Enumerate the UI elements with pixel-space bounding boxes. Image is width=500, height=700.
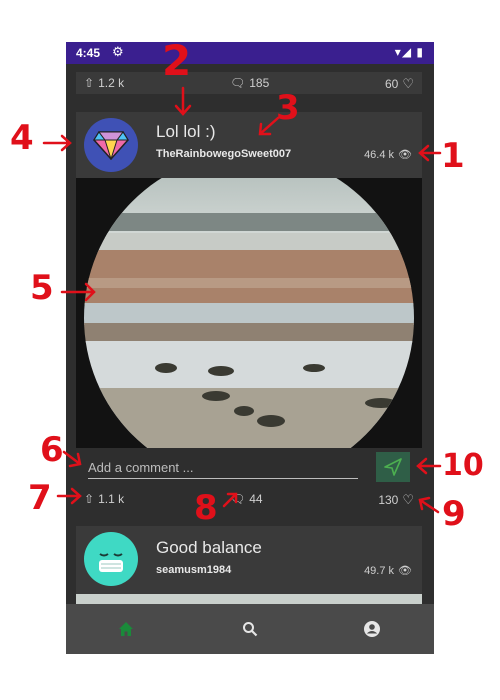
annotation-arrows <box>42 86 442 514</box>
